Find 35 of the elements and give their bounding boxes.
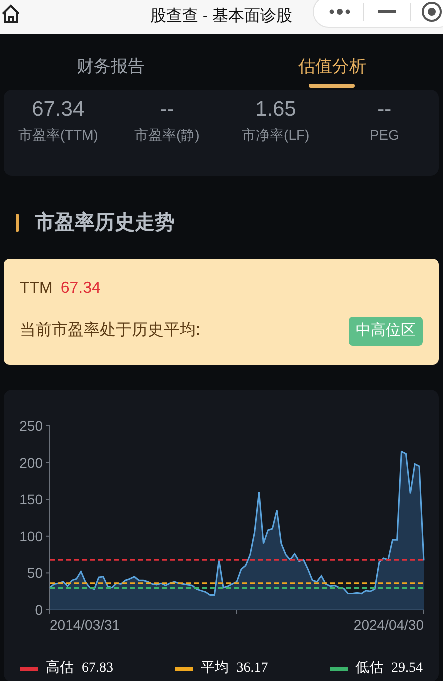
legend-value: 36.17 <box>236 660 268 678</box>
metric-label: 市盈率(静) <box>133 126 201 146</box>
close-target-icon[interactable] <box>421 1 443 23</box>
metric-value: 67.34 <box>31 98 86 122</box>
y-tick-label: 100 <box>20 528 43 544</box>
legend-value: 67.83 <box>82 660 114 678</box>
metric-label: PEG <box>368 126 400 146</box>
more-icon[interactable] <box>329 8 351 16</box>
tab[interactable]: 财务报告 <box>0 34 222 90</box>
legend-label: 低估 <box>356 660 384 678</box>
legend-label: 高估 <box>46 659 74 678</box>
metric-label: 市盈率(TTM) <box>17 126 100 146</box>
metric-value: 1.65 <box>254 98 298 122</box>
ttm-value: 67.34 <box>60 279 101 299</box>
y-tick-label: 200 <box>20 454 43 471</box>
y-tick-label: 250 <box>20 418 43 434</box>
section-title: 市盈率历史走势 <box>35 210 175 236</box>
x-tick-label: 2024/04/30 <box>354 617 424 633</box>
x-tick-label: 2014/03/31 <box>50 617 120 633</box>
y-tick-label: 50 <box>27 565 43 582</box>
minimize-icon[interactable] <box>378 10 396 14</box>
legend-value: 29.54 <box>392 660 423 678</box>
window-title: 股查查 - 基本面诊股 <box>150 6 293 27</box>
metric-value: -- <box>376 98 393 122</box>
legend-label: 平均 <box>200 660 229 678</box>
metric-label: 市净率(LF) <box>241 126 311 146</box>
tab[interactable]: 估值分析 <box>222 34 443 90</box>
home-icon[interactable] <box>1 4 21 24</box>
summary-text: 当前市盈率处于历史平均: <box>20 320 200 342</box>
metric-value: -- <box>159 98 176 122</box>
title-bar-marker <box>16 214 19 232</box>
ttm-label: TTM <box>20 279 53 299</box>
level-badge: 中高位区 <box>349 317 423 346</box>
y-tick-label: 0 <box>35 602 43 618</box>
y-tick-label: 150 <box>20 492 43 508</box>
